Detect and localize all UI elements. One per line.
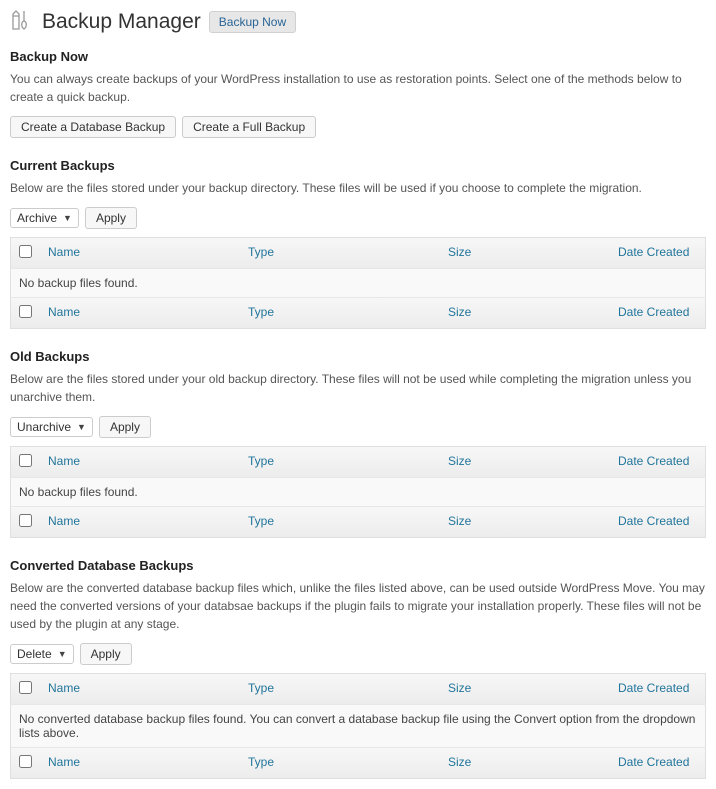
create-full-backup-button[interactable]: Create a Full Backup — [182, 116, 316, 138]
col-name[interactable]: Name — [48, 514, 80, 528]
old-backups-desc: Below are the files stored under your ol… — [10, 370, 706, 406]
col-date[interactable]: Date Created — [618, 514, 689, 528]
col-name[interactable]: Name — [48, 305, 80, 319]
col-date[interactable]: Date Created — [618, 681, 689, 695]
current-action-select[interactable]: Archive ▼ — [10, 208, 79, 228]
col-date[interactable]: Date Created — [618, 245, 689, 259]
old-empty-row: No backup files found. — [11, 478, 706, 507]
col-size[interactable]: Size — [448, 305, 471, 319]
current-select-all-bottom[interactable] — [19, 305, 32, 318]
backup-now-desc: You can always create backups of your Wo… — [10, 70, 706, 106]
old-backups-heading: Old Backups — [10, 349, 706, 364]
current-backups-table: Name Type Size Date Created No backup fi… — [10, 237, 706, 329]
current-apply-button[interactable]: Apply — [85, 207, 137, 229]
converted-empty-row: No converted database backup files found… — [11, 705, 706, 748]
converted-backups-desc: Below are the converted database backup … — [10, 579, 706, 633]
col-size[interactable]: Size — [448, 245, 471, 259]
col-name[interactable]: Name — [48, 245, 80, 259]
backup-now-heading: Backup Now — [10, 49, 706, 64]
old-select-all-bottom[interactable] — [19, 514, 32, 527]
col-name[interactable]: Name — [48, 755, 80, 769]
tools-icon — [10, 8, 34, 35]
create-db-backup-button[interactable]: Create a Database Backup — [10, 116, 176, 138]
col-size[interactable]: Size — [448, 755, 471, 769]
converted-action-select[interactable]: Delete ▼ — [10, 644, 74, 664]
chevron-down-icon: ▼ — [63, 213, 72, 223]
chevron-down-icon: ▼ — [77, 422, 86, 432]
current-backups-desc: Below are the files stored under your ba… — [10, 179, 706, 197]
chevron-down-icon: ▼ — [58, 649, 67, 659]
old-action-select[interactable]: Unarchive ▼ — [10, 417, 93, 437]
col-size[interactable]: Size — [448, 681, 471, 695]
col-name[interactable]: Name — [48, 681, 80, 695]
current-select-all-top[interactable] — [19, 245, 32, 258]
col-size[interactable]: Size — [448, 514, 471, 528]
col-type[interactable]: Type — [248, 755, 274, 769]
current-backups-heading: Current Backups — [10, 158, 706, 173]
old-backups-table: Name Type Size Date Created No backup fi… — [10, 446, 706, 538]
current-empty-row: No backup files found. — [11, 269, 706, 298]
col-type[interactable]: Type — [248, 245, 274, 259]
converted-action-label: Delete — [17, 647, 52, 661]
old-apply-button[interactable]: Apply — [99, 416, 151, 438]
col-date[interactable]: Date Created — [618, 454, 689, 468]
converted-select-all-bottom[interactable] — [19, 755, 32, 768]
col-date[interactable]: Date Created — [618, 755, 689, 769]
col-type[interactable]: Type — [248, 514, 274, 528]
old-select-all-top[interactable] — [19, 454, 32, 467]
col-name[interactable]: Name — [48, 454, 80, 468]
col-date[interactable]: Date Created — [618, 305, 689, 319]
converted-apply-button[interactable]: Apply — [80, 643, 132, 665]
converted-backups-table: Name Type Size Date Created No converted… — [10, 673, 706, 779]
col-type[interactable]: Type — [248, 681, 274, 695]
converted-backups-heading: Converted Database Backups — [10, 558, 706, 573]
backup-now-button[interactable]: Backup Now — [209, 11, 296, 33]
current-action-label: Archive — [17, 211, 57, 225]
old-action-label: Unarchive — [17, 420, 71, 434]
col-size[interactable]: Size — [448, 454, 471, 468]
converted-select-all-top[interactable] — [19, 681, 32, 694]
col-type[interactable]: Type — [248, 454, 274, 468]
col-type[interactable]: Type — [248, 305, 274, 319]
page-title: Backup Manager — [42, 10, 201, 34]
